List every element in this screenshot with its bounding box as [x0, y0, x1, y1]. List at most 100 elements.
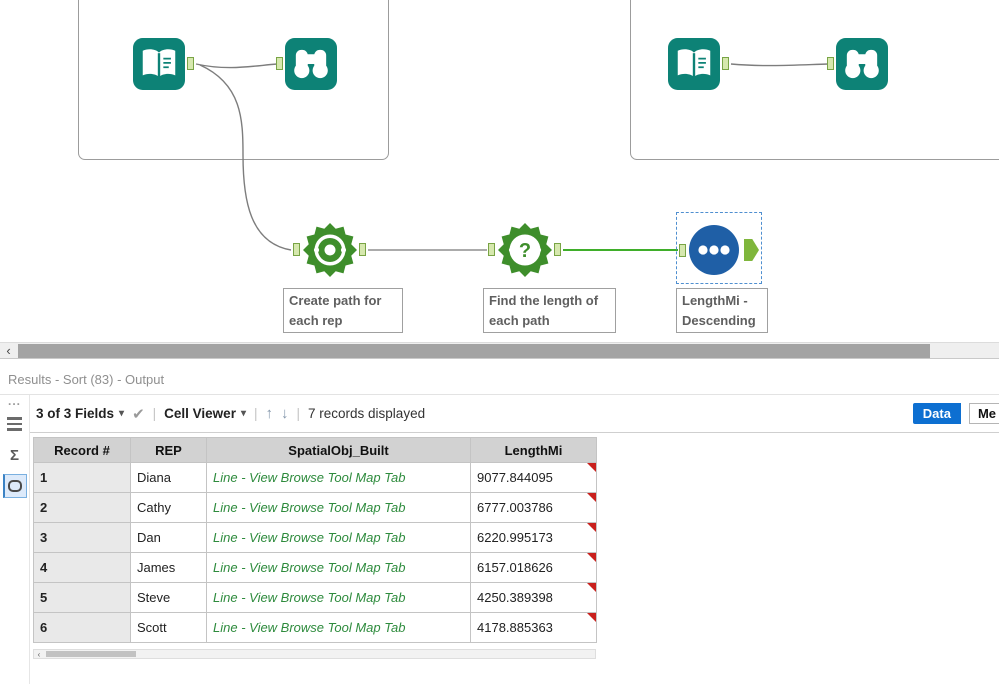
- spatial-link-cell[interactable]: Line - View Browse Tool Map Tab: [206, 612, 471, 643]
- tool-annotation[interactable]: Create path for each rep: [283, 288, 403, 333]
- length-value: 4178.885363: [477, 620, 553, 635]
- cell-flag-icon: [587, 463, 596, 472]
- tool-annotation[interactable]: Find the length of each path: [483, 288, 616, 333]
- rep-cell[interactable]: Steve: [130, 582, 207, 613]
- scroll-left-arrow-icon[interactable]: ‹: [0, 343, 17, 358]
- grid-view-icon[interactable]: [3, 412, 27, 436]
- results-horizontal-scrollbar[interactable]: ‹: [33, 649, 596, 659]
- record-number-cell[interactable]: 4: [33, 552, 131, 583]
- tool-container-left[interactable]: [78, 0, 389, 160]
- table-row: 1 Diana Line - View Browse Tool Map Tab …: [33, 462, 597, 493]
- length-value: 6220.995173: [477, 530, 553, 545]
- tool-annotation[interactable]: LengthMi - Descending: [676, 288, 768, 333]
- length-value: 4250.389398: [477, 590, 553, 605]
- length-cell[interactable]: 6157.018626: [470, 552, 597, 583]
- binoculars-icon: [285, 38, 337, 90]
- spatial-link-cell[interactable]: Line - View Browse Tool Map Tab: [206, 492, 471, 523]
- spatial-info-tool[interactable]: ?: [498, 223, 552, 277]
- results-toolbar: 3 of 3 Fields ▾ ✔ | Cell Viewer ▾ | ↑ ↓ …: [30, 395, 999, 433]
- panel-options-icon[interactable]: ...: [8, 395, 21, 407]
- lasso-icon: [8, 480, 22, 492]
- browse-tool[interactable]: [836, 38, 888, 90]
- records-displayed-text: 7 records displayed: [308, 406, 426, 421]
- table-row: 3 Dan Line - View Browse Tool Map Tab 62…: [33, 522, 597, 553]
- sort-tool-icon: [689, 225, 739, 275]
- rep-cell[interactable]: Dan: [130, 522, 207, 553]
- toolbar-divider: |: [296, 406, 301, 421]
- svg-text:?: ?: [519, 240, 531, 262]
- next-record-icon[interactable]: ↓: [281, 405, 289, 422]
- fields-dropdown-label: 3 of 3 Fields: [36, 406, 115, 421]
- output-anchor[interactable]: [187, 57, 194, 70]
- browse-tool[interactable]: [285, 38, 337, 90]
- input-data-tool[interactable]: [133, 38, 185, 90]
- poly-build-tool[interactable]: [303, 223, 357, 277]
- chevron-down-icon: ▾: [240, 408, 246, 419]
- output-anchor[interactable]: [554, 243, 561, 256]
- length-cell[interactable]: 4250.389398: [470, 582, 597, 613]
- rep-cell[interactable]: Cathy: [130, 492, 207, 523]
- workflow-canvas[interactable]: ? Create path for each rep Find the leng…: [0, 0, 999, 342]
- grid-scroll-left-arrow-icon[interactable]: ‹: [34, 650, 44, 659]
- spatial-link-cell[interactable]: Line - View Browse Tool Map Tab: [206, 552, 471, 583]
- cell-viewer-dropdown[interactable]: Cell Viewer ▾: [164, 406, 246, 421]
- cell-flag-icon: [587, 583, 596, 592]
- cell-flag-icon: [587, 613, 596, 622]
- table-row: 4 James Line - View Browse Tool Map Tab …: [33, 552, 597, 583]
- cell-flag-icon: [587, 553, 596, 562]
- length-cell[interactable]: 4178.885363: [470, 612, 597, 643]
- record-number-cell[interactable]: 1: [33, 462, 131, 493]
- results-grid: Record # REP SpatialObj_Built LengthMi 1…: [33, 437, 597, 643]
- header-row: Record # REP SpatialObj_Built LengthMi: [33, 437, 597, 463]
- input-anchor[interactable]: [488, 243, 495, 256]
- book-icon: [133, 38, 185, 90]
- length-cell[interactable]: 9077.844095: [470, 462, 597, 493]
- rep-cell[interactable]: Scott: [130, 612, 207, 643]
- output-anchor[interactable]: [359, 243, 366, 256]
- input-anchor[interactable]: [293, 243, 300, 256]
- toolbar-divider: |: [253, 406, 258, 421]
- summary-view-icon[interactable]: Σ: [3, 443, 27, 467]
- results-title: Results - Sort (83) - Output: [0, 359, 999, 395]
- cell-flag-icon: [587, 523, 596, 532]
- record-number-cell[interactable]: 5: [33, 582, 131, 613]
- tab-metadata[interactable]: Me: [968, 403, 999, 424]
- record-number-cell[interactable]: 3: [33, 522, 131, 553]
- record-number-cell[interactable]: 2: [33, 492, 131, 523]
- col-header-rep[interactable]: REP: [130, 437, 207, 463]
- length-value: 9077.844095: [477, 470, 553, 485]
- col-header-spatialobj[interactable]: SpatialObj_Built: [206, 437, 471, 463]
- rows-icon: [7, 417, 22, 431]
- length-value: 6777.003786: [477, 500, 553, 515]
- sort-tool[interactable]: [688, 224, 740, 276]
- input-anchor[interactable]: [827, 57, 834, 70]
- rep-cell[interactable]: Diana: [130, 462, 207, 493]
- spatial-link-cell[interactable]: Line - View Browse Tool Map Tab: [206, 582, 471, 613]
- results-panel: Results - Sort (83) - Output ... Σ 3 of …: [0, 359, 999, 684]
- output-anchor[interactable]: [722, 57, 729, 70]
- input-data-tool[interactable]: [668, 38, 720, 90]
- table-row: 5 Steve Line - View Browse Tool Map Tab …: [33, 582, 597, 613]
- canvas-horizontal-scrollbar[interactable]: ‹: [0, 342, 999, 359]
- previous-record-icon[interactable]: ↑: [266, 405, 274, 422]
- input-anchor[interactable]: [679, 244, 686, 257]
- scrollbar-thumb[interactable]: [18, 344, 930, 358]
- tab-data[interactable]: Data: [912, 403, 961, 424]
- fields-dropdown[interactable]: 3 of 3 Fields ▾: [36, 406, 124, 421]
- book-icon: [668, 38, 720, 90]
- cell-flag-icon: [587, 493, 596, 502]
- spatial-link-cell[interactable]: Line - View Browse Tool Map Tab: [206, 462, 471, 493]
- length-cell[interactable]: 6777.003786: [470, 492, 597, 523]
- spatial-link-cell[interactable]: Line - View Browse Tool Map Tab: [206, 522, 471, 553]
- input-anchor[interactable]: [276, 57, 283, 70]
- grid-scrollbar-thumb[interactable]: [46, 651, 136, 657]
- length-cell[interactable]: 6220.995173: [470, 522, 597, 553]
- path-builder-icon: [303, 223, 357, 277]
- apply-check-icon[interactable]: ✔: [132, 405, 145, 423]
- col-header-record[interactable]: Record #: [33, 437, 131, 463]
- record-number-cell[interactable]: 6: [33, 612, 131, 643]
- rep-cell[interactable]: James: [130, 552, 207, 583]
- map-view-icon[interactable]: [2, 474, 27, 498]
- col-header-lengthmi[interactable]: LengthMi: [470, 437, 597, 463]
- cell-viewer-label: Cell Viewer: [164, 406, 236, 421]
